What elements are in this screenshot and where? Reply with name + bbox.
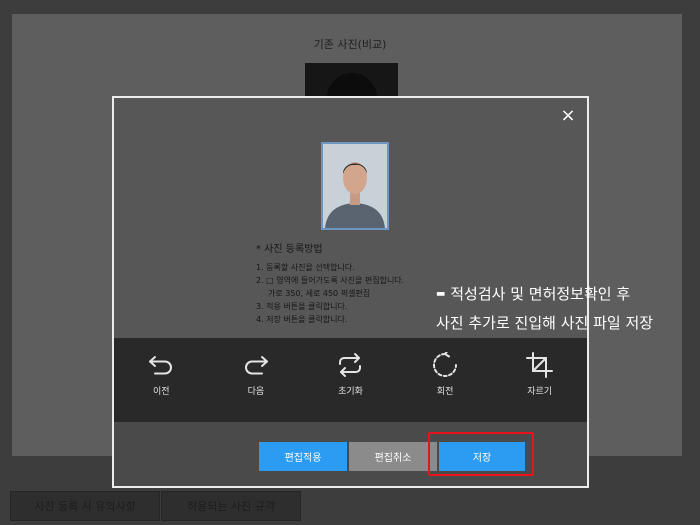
- crop-button[interactable]: 자르기: [505, 338, 575, 397]
- registration-instructions: * 사진 등록방법 1. 등록할 사진을 선택합니다. 2. □ 영역에 들어가…: [256, 244, 456, 326]
- save-highlight-box: [428, 432, 534, 476]
- cancel-edit-button[interactable]: 편집취소: [349, 442, 437, 471]
- crop-label: 자르기: [527, 387, 553, 397]
- reset-label: 초기화: [338, 387, 363, 397]
- caption-line-2: 사진 추가로 진입해 사진 파일 저장: [436, 313, 654, 332]
- caption-marker: ▬: [436, 288, 446, 300]
- undo-label: 이전: [153, 387, 170, 397]
- close-icon[interactable]: ×: [557, 104, 579, 126]
- rotate-button[interactable]: 회전: [410, 338, 480, 397]
- reset-icon: [339, 353, 362, 377]
- rotate-label: 회전: [436, 387, 454, 397]
- instruction-line: 1. 등록할 사진을 선택합니다.: [256, 263, 355, 272]
- rotate-icon: [433, 352, 458, 377]
- photo-preview: [321, 142, 389, 230]
- annotation-caption: ▬ 적성검사 및 면허정보확인 후 사진 추가로 진입해 사진 파일 저장: [436, 280, 653, 337]
- allowed-photo-spec-button[interactable]: 허용되는 사진 규격: [161, 491, 301, 521]
- undo-icon: [149, 356, 173, 375]
- edit-toolbar: 이전 다음 초기화 회전 자르기: [114, 338, 587, 422]
- instruction-line: 2. □ 영역에 들어가도록 사진을 편집합니다.: [256, 276, 405, 285]
- instruction-line: 4. 저장 버튼을 클릭합니다.: [256, 315, 348, 324]
- instruction-line: 가로 350, 세로 450 픽셀편집: [268, 289, 371, 298]
- redo-label: 다음: [247, 387, 265, 397]
- redo-button[interactable]: 다음: [221, 338, 291, 397]
- existing-photo-title: 기존 사진(비교): [313, 38, 387, 51]
- crop-icon: [525, 352, 553, 378]
- undo-button[interactable]: 이전: [126, 338, 196, 397]
- redo-icon: [244, 356, 268, 375]
- instruction-line: 3. 적용 버튼을 클릭합니다.: [256, 302, 348, 311]
- caption-line-1: 적성검사 및 면허정보확인 후: [450, 285, 631, 303]
- apply-edit-button[interactable]: 편집적용: [259, 442, 347, 471]
- instructions-heading: * 사진 등록방법: [256, 244, 323, 255]
- photo-guidelines-button[interactable]: 사진 등록 시 유의사항: [10, 491, 160, 521]
- reset-button[interactable]: 초기화: [315, 338, 385, 397]
